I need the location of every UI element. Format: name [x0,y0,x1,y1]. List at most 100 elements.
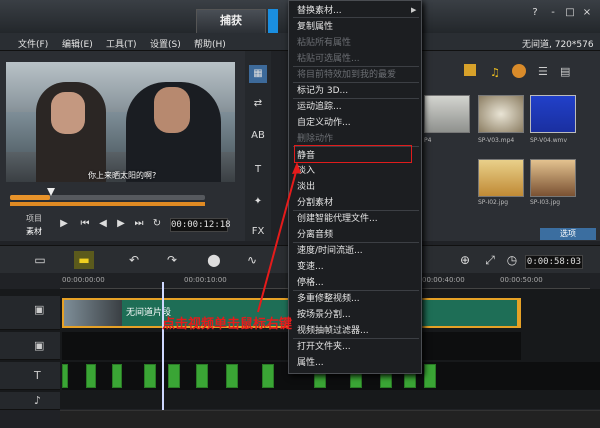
menu-item-split-clip[interactable]: 分割素材 [297,198,333,209]
video-subtitle: 你上来晒太阳的啊? [88,171,157,180]
undo-icon[interactable]: ↶ [124,251,144,269]
menu-item-frame-filter[interactable]: 视频抽帧过滤器... [297,326,369,337]
title-clip[interactable] [112,364,122,388]
ruler-tick: 00:00:10:00 [184,276,227,284]
fit-project-icon[interactable]: ⤢ [480,251,500,269]
menu-item-variable-speed[interactable]: 变速... [297,262,324,273]
storyboard-view-icon[interactable]: ▭ [30,251,50,269]
title-clip[interactable] [86,364,96,388]
menu-item-scene-split[interactable]: 按场景分割... [297,310,351,321]
tab-capture[interactable]: 捕获 [196,9,266,33]
menu-item-multi-trim[interactable]: 多重修整视频... [297,294,360,305]
library-thumb[interactable] [530,159,576,197]
audio-mix-icon[interactable]: ∿ [242,251,262,269]
title-icon[interactable]: AB [249,127,267,145]
step-forward-icon[interactable]: ▶ [115,218,127,230]
video-track-header: ▣ [0,296,60,330]
title-clip[interactable] [196,364,208,388]
filter-icon[interactable]: FX [249,223,267,241]
skip-start-icon[interactable]: ⏮ [79,218,91,230]
title-track-header: T [0,362,60,390]
thumb-label: SP-I03.jpg [530,199,561,206]
menu-item-fade-in[interactable]: 淡入 [297,166,315,177]
menu-separator [293,66,419,67]
thumb-label: SP-V04.wmv [530,137,568,144]
transition-icon[interactable]: ⇄ [249,95,267,113]
title-clip[interactable] [424,364,436,388]
grid-view-icon[interactable]: ▤ [560,65,570,78]
menu-item-copy-attributes[interactable]: 复制属性 [297,22,333,33]
text-icon[interactable]: T [249,161,267,179]
media-icon[interactable]: ▦ [249,65,267,83]
library-thumb[interactable] [424,95,470,133]
effects-filter-icon[interactable] [512,64,526,78]
graphic-icon[interactable]: ✦ [249,193,267,211]
music-filter-icon[interactable]: ♫ [490,66,500,79]
audio-track-icon[interactable]: ♪ [34,394,41,407]
menu-item-fade-out[interactable]: 淡出 [297,182,315,193]
title-clip[interactable] [62,364,68,388]
library-thumb[interactable] [478,95,524,133]
menu-item-properties[interactable]: 属性... [297,358,324,369]
menu-item-paste-all: 粘贴所有属性 [297,38,352,48]
menu-separator [293,210,419,211]
tab-edit[interactable] [268,9,278,33]
title-clip[interactable] [144,364,156,388]
timeline-scrollbar[interactable] [60,410,600,428]
play-icon[interactable]: ▶ [58,218,70,230]
redo-icon[interactable]: ↷ [162,251,182,269]
thumb-label: SP-I02.jpg [478,199,509,206]
maximize-icon[interactable]: □ [563,6,577,20]
menu-item-speed-timelapse[interactable]: 速度/时间流逝... [297,246,363,257]
video-track-icon[interactable]: ▣ [34,303,44,316]
menu-item-open-folder[interactable]: 打开文件夹... [297,342,351,353]
menu-item-create-proxy[interactable]: 创建智能代理文件... [297,214,378,225]
menu-item-remove-motion: 删除动作 [297,134,334,144]
timeline-view-icon[interactable]: ▬ [74,251,94,269]
title-clip[interactable] [262,364,274,388]
thumb-label: SP-V03.mp4 [478,137,515,144]
window-title: 无间道, 720*576 [522,40,594,50]
tool-column: ▦ ⇄ AB T ✦ FX [245,51,271,241]
annotation-text: 点击视频单击鼠标右键 [162,317,293,332]
record-icon[interactable]: ⬤ [204,251,224,269]
trim-bar[interactable] [10,202,205,206]
menu-settings[interactable]: 设置(S) [150,37,181,50]
preview-video[interactable] [6,62,235,182]
library-thumb[interactable] [478,159,524,197]
context-menu: 替换素材... ▶ 复制属性 粘贴所有属性 粘贴可选属性... 将目前特效加到我… [288,0,422,374]
menu-item-replace[interactable]: 替换素材... [297,6,342,17]
menu-item-freeze-frame[interactable]: 停格... [297,278,324,289]
ruler-tick: 00:00:40:00 [422,276,465,284]
preview-timecode[interactable]: 00:00:12:18 [170,218,231,232]
skip-end-icon[interactable]: ⏭ [133,218,145,230]
overlay-track-header: ▣ [0,332,60,360]
menu-help[interactable]: 帮助(H) [194,37,226,50]
clip-thumbnail [64,300,122,326]
close-icon[interactable]: × [580,6,594,20]
menu-separator [293,17,419,18]
menu-edit[interactable]: 编辑(E) [62,37,93,50]
minimize-icon[interactable]: - [546,6,560,20]
menu-tools[interactable]: 工具(T) [106,37,137,50]
image-filter-icon[interactable] [464,64,476,76]
mode-clip[interactable]: 素材 [26,226,42,237]
options-button[interactable]: 选项 [540,228,596,240]
menu-item-mark-3d[interactable]: 标记为 3D... [297,86,348,97]
menu-item-split-audio[interactable]: 分离音频 [297,230,333,241]
help-icon[interactable]: ? [528,6,542,20]
menu-file[interactable]: 文件(F) [18,37,48,50]
overlay-track-icon[interactable]: ▣ [34,339,44,352]
menu-item-motion-track[interactable]: 运动追踪... [297,102,342,113]
step-back-icon[interactable]: ◀ [97,218,109,230]
title-track-icon[interactable]: T [34,369,41,382]
title-clip[interactable] [168,364,180,388]
zoom-in-icon[interactable]: ⊕ [455,251,475,269]
library-thumb[interactable] [530,95,576,133]
list-view-icon[interactable]: ☰ [538,65,548,78]
repeat-icon[interactable]: ↻ [151,218,163,230]
menu-item-custom-motion[interactable]: 自定义动作... [297,118,351,129]
mode-project[interactable]: 项目 [26,213,42,224]
title-clip[interactable] [226,364,238,388]
timeline-playhead[interactable] [162,282,164,412]
